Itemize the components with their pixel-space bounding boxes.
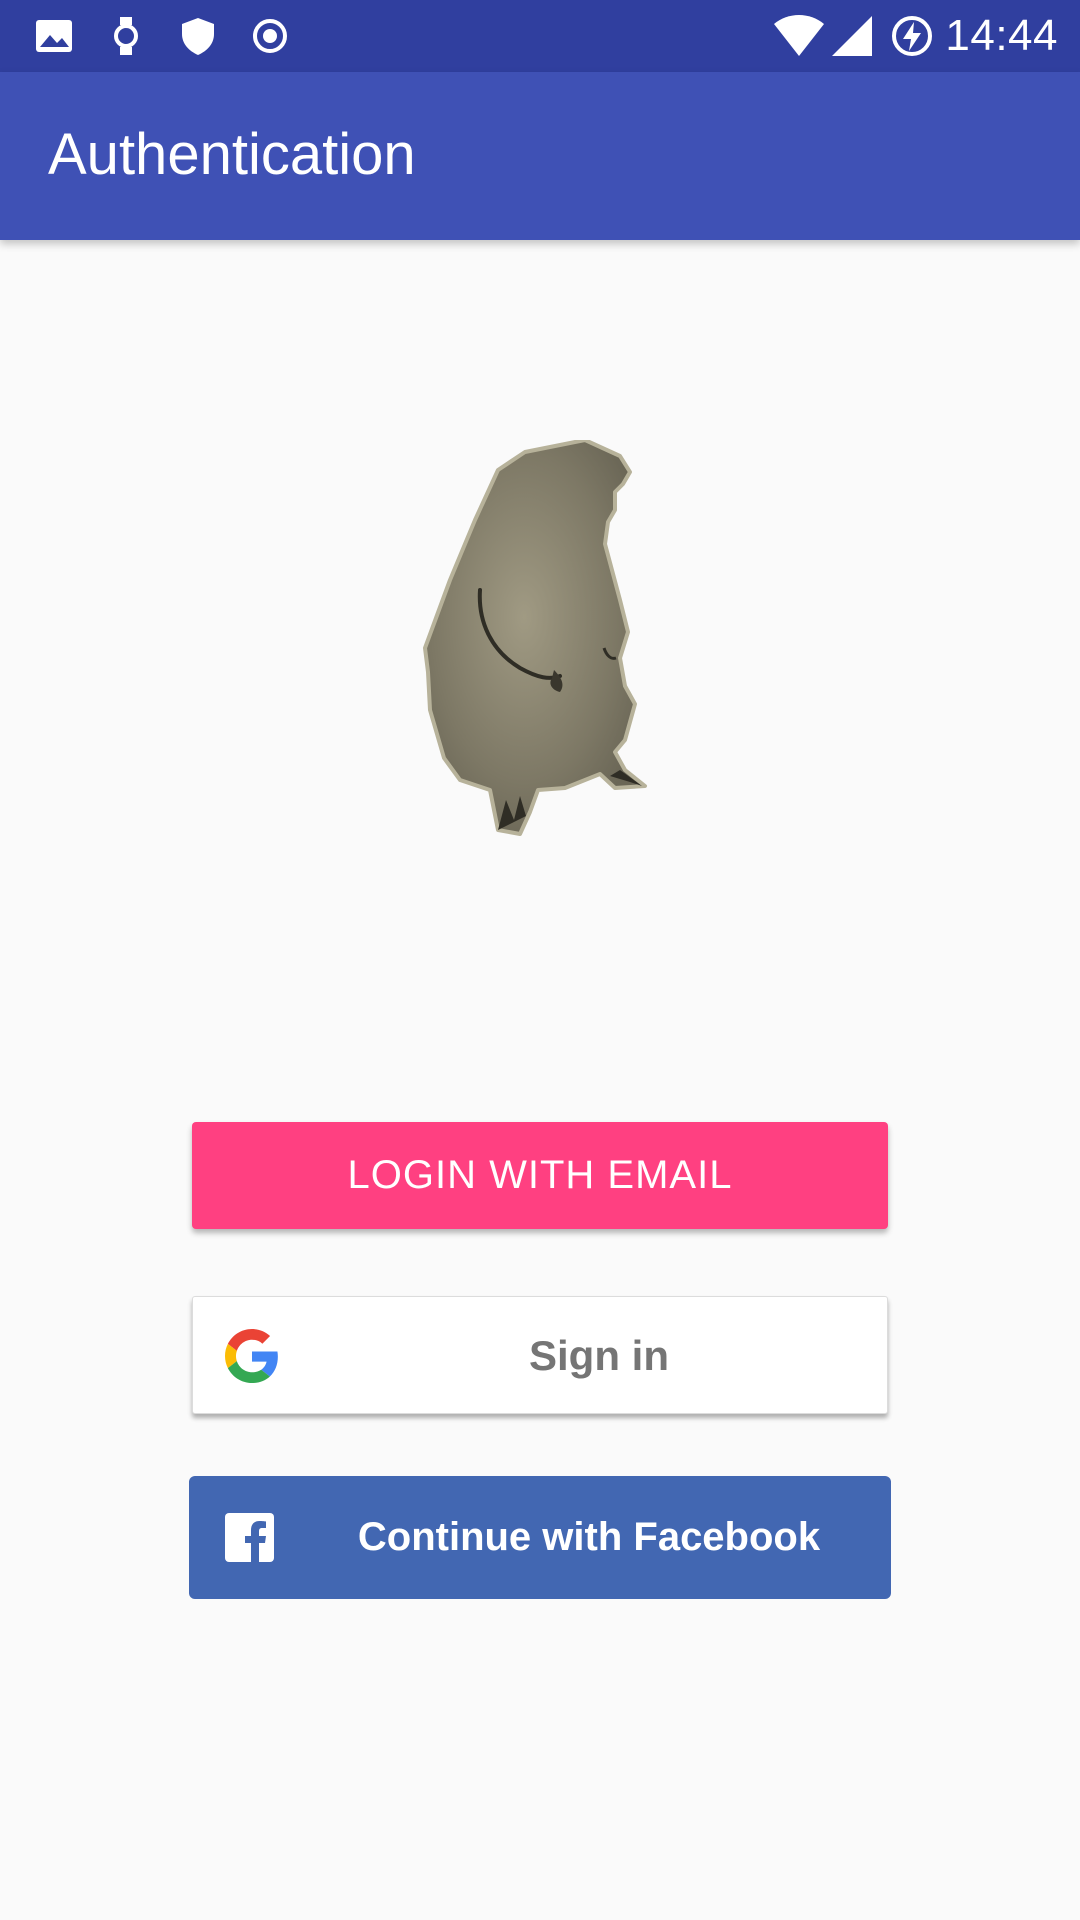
status-bar: 14:44 [0, 0, 1080, 72]
battery-charging-icon [890, 14, 934, 58]
watch-icon [104, 14, 148, 58]
cell-signal-icon [830, 14, 874, 58]
page-title: Authentication [48, 122, 416, 187]
google-sign-in-label: Sign in [529, 1332, 669, 1379]
facebook-f-icon [225, 1513, 274, 1562]
image-icon [32, 14, 76, 58]
login-email-button[interactable]: LOGIN WITH EMAIL [192, 1122, 888, 1229]
groundhog-logo [420, 440, 660, 880]
google-sign-in-button[interactable]: Sign in [192, 1296, 888, 1414]
status-time: 14:44 [945, 11, 1058, 60]
wifi-icon [772, 14, 826, 58]
shield-icon [176, 14, 220, 58]
facebook-login-label: Continue with Facebook [357, 1515, 821, 1559]
record-icon [248, 14, 292, 58]
app-bar: Authentication [0, 72, 1080, 240]
facebook-login-button[interactable]: Continue with Facebook [189, 1476, 891, 1599]
